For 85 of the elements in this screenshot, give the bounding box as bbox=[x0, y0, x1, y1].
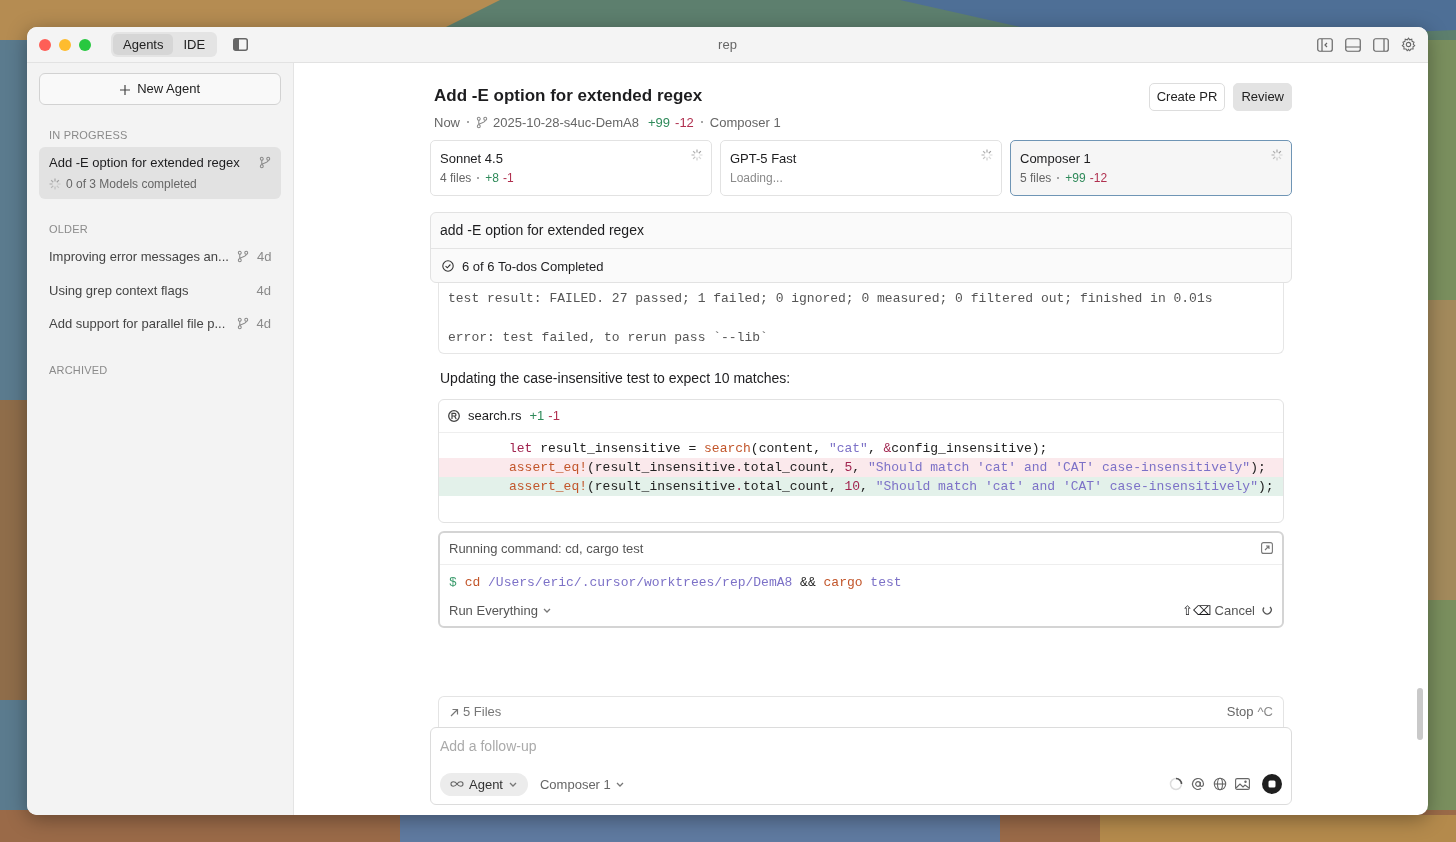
mention-icon[interactable] bbox=[1191, 777, 1205, 792]
todo-summary: 6 of 6 To-dos Completed bbox=[462, 257, 604, 276]
window-title: rep bbox=[718, 36, 737, 52]
model-name: GPT-5 Fast bbox=[730, 150, 797, 168]
agent-mode-dropdown[interactable]: Agent bbox=[440, 772, 528, 796]
branch-icon bbox=[476, 115, 488, 129]
added-count: +1 bbox=[529, 407, 545, 425]
agent-item[interactable]: Add support for parallel file p... 4d bbox=[39, 308, 281, 340]
panel-bottom-icon[interactable] bbox=[1345, 37, 1361, 52]
removed-count: -1 bbox=[548, 407, 560, 425]
file-count: 4 files bbox=[440, 169, 472, 187]
added-count: +99 bbox=[1065, 169, 1086, 187]
command-line: $ cd /Users/eric/.cursor/worktrees/rep/DemA8 && cargo test bbox=[448, 574, 903, 592]
loading-icon bbox=[1169, 777, 1183, 792]
added-count: +8 bbox=[485, 169, 500, 187]
section-heading: OLDER bbox=[49, 221, 89, 237]
time-label: Now bbox=[434, 113, 460, 132]
spinner-icon bbox=[49, 177, 61, 190]
header-button[interactable]: Review bbox=[1233, 83, 1292, 111]
age-label: 4d bbox=[256, 315, 271, 333]
stop-button[interactable]: Stop bbox=[1226, 702, 1254, 722]
spinner-icon bbox=[981, 149, 993, 161]
agent-item[interactable]: Using grep context flags 4d bbox=[39, 274, 281, 306]
agent-title: Add -E option for extended regex bbox=[49, 154, 241, 172]
model-name: Sonnet 4.5 bbox=[440, 150, 503, 168]
file-count: 5 files bbox=[1020, 169, 1052, 187]
arrow-up-right-icon bbox=[449, 706, 459, 717]
files-toggle[interactable]: 5 Files bbox=[449, 702, 502, 722]
settings-icon[interactable] bbox=[1401, 37, 1416, 52]
stop-button[interactable] bbox=[1262, 774, 1282, 795]
removed-count: -12 bbox=[675, 113, 694, 132]
file-name: search.rs bbox=[468, 407, 522, 425]
age-label: 4d bbox=[256, 248, 272, 266]
age-label: 4d bbox=[256, 281, 271, 300]
agent-status: 0 of 3 Models completed bbox=[66, 175, 197, 193]
added-count: +99 bbox=[648, 113, 671, 132]
run-mode-dropdown[interactable]: Run Everything bbox=[449, 600, 552, 620]
model-card[interactable]: Sonnet 4.5 4 files +8 -1 bbox=[430, 140, 712, 196]
page-title: Add -E option for extended regex bbox=[434, 85, 704, 107]
agent-title: Improving error messages an... bbox=[49, 248, 229, 266]
mode-tab[interactable]: IDE bbox=[173, 33, 216, 56]
model-card[interactable]: Composer 1 5 files +99 -12 bbox=[1010, 140, 1292, 196]
cancel-button[interactable]: Cancel bbox=[1214, 600, 1255, 620]
removed-count: -12 bbox=[1089, 169, 1108, 187]
open-external-icon[interactable] bbox=[1261, 542, 1273, 555]
image-icon[interactable] bbox=[1235, 777, 1250, 792]
scrollbar-thumb[interactable] bbox=[1417, 688, 1423, 740]
shortcut-label: ⇧⌫ bbox=[1181, 601, 1211, 620]
globe-icon[interactable] bbox=[1213, 777, 1227, 792]
agent-title: Add support for parallel file p... bbox=[49, 315, 227, 333]
agent-item[interactable]: Add -E option for extended regex 0 of 3 Models completed bbox=[39, 147, 281, 199]
shortcut-label: ^C bbox=[1257, 703, 1273, 721]
section-heading: IN PROGRESS bbox=[49, 127, 129, 143]
branch-name: 2025-10-28-s4uc-DemA8 bbox=[493, 113, 639, 132]
composer-field[interactable]: Add a follow-up Agent Composer 1 bbox=[430, 726, 1292, 805]
panel-right-icon[interactable] bbox=[1373, 37, 1389, 52]
agent-item[interactable]: Improving error messages an... 4d bbox=[39, 241, 281, 273]
spinner-icon bbox=[1261, 604, 1273, 617]
panel-left-icon[interactable] bbox=[1317, 37, 1333, 52]
model-card[interactable]: GPT-5 Fast Loading... bbox=[720, 140, 1002, 196]
output-line: test result: FAILED. 27 passed; 1 failed; 0 ignored; 0 measured; 0 filtered out; finished in 0.01s bbox=[448, 290, 1214, 308]
model-name: Composer 1 bbox=[709, 113, 781, 132]
output-line: error: test failed, to rerun pass `--lib` bbox=[448, 328, 769, 347]
prompt-text: add -E option for extended regex bbox=[431, 212, 1291, 249]
mode-tab[interactable]: Agents bbox=[113, 33, 174, 56]
loading-label: Loading... bbox=[730, 169, 783, 187]
sidebar-toggle-icon[interactable] bbox=[233, 38, 249, 51]
header-button[interactable]: Create PR bbox=[1148, 83, 1226, 111]
message-text: Updating the case-insensitive test to expect 10 matches: bbox=[440, 369, 792, 388]
code-line: let result_insensitive = search(content, "cat", &config_insensitive); bbox=[508, 439, 1049, 458]
spinner-icon bbox=[1271, 149, 1283, 161]
new-agent-button[interactable]: New Agent bbox=[39, 73, 281, 105]
follow-up-input[interactable]: Add a follow-up bbox=[440, 735, 1282, 757]
model-name: Composer 1 bbox=[1020, 150, 1091, 168]
model-dropdown[interactable]: Composer 1 bbox=[540, 774, 625, 794]
agent-title: Using grep context flags bbox=[49, 281, 190, 300]
section-heading: ARCHIVED bbox=[49, 362, 109, 378]
plus-icon bbox=[119, 84, 130, 95]
rust-file-icon bbox=[448, 409, 460, 422]
infinity-icon bbox=[450, 780, 464, 789]
command-title: Running command: cd, cargo test bbox=[449, 539, 644, 558]
check-circle-icon bbox=[442, 260, 454, 273]
close-button[interactable] bbox=[39, 38, 51, 51]
spinner-icon bbox=[691, 149, 703, 161]
removed-count: -1 bbox=[503, 169, 514, 187]
